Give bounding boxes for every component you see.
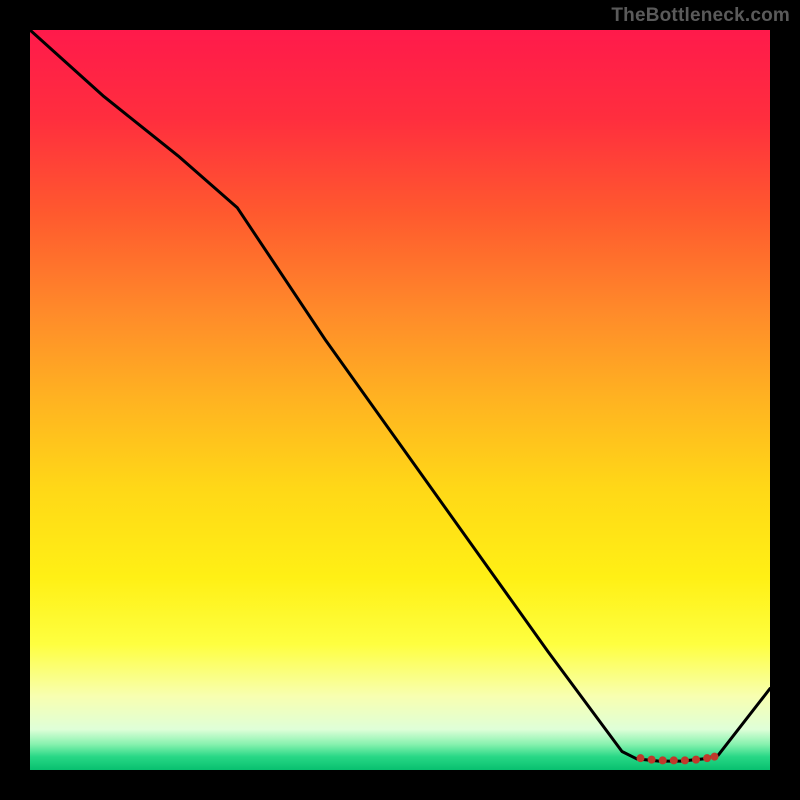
marker-dot — [711, 753, 719, 761]
marker-group — [637, 753, 719, 765]
marker-dot — [659, 756, 667, 764]
curve-layer — [30, 30, 770, 770]
chart-root: TheBottleneck.com — [0, 0, 800, 800]
marker-dot — [637, 754, 645, 762]
marker-dot — [648, 756, 656, 764]
marker-dot — [703, 754, 711, 762]
marker-dot — [681, 756, 689, 764]
marker-dot — [670, 756, 678, 764]
plot-area — [30, 30, 770, 770]
marker-dot — [692, 756, 700, 764]
watermark-label: TheBottleneck.com — [611, 5, 790, 27]
main-curve — [30, 30, 770, 761]
